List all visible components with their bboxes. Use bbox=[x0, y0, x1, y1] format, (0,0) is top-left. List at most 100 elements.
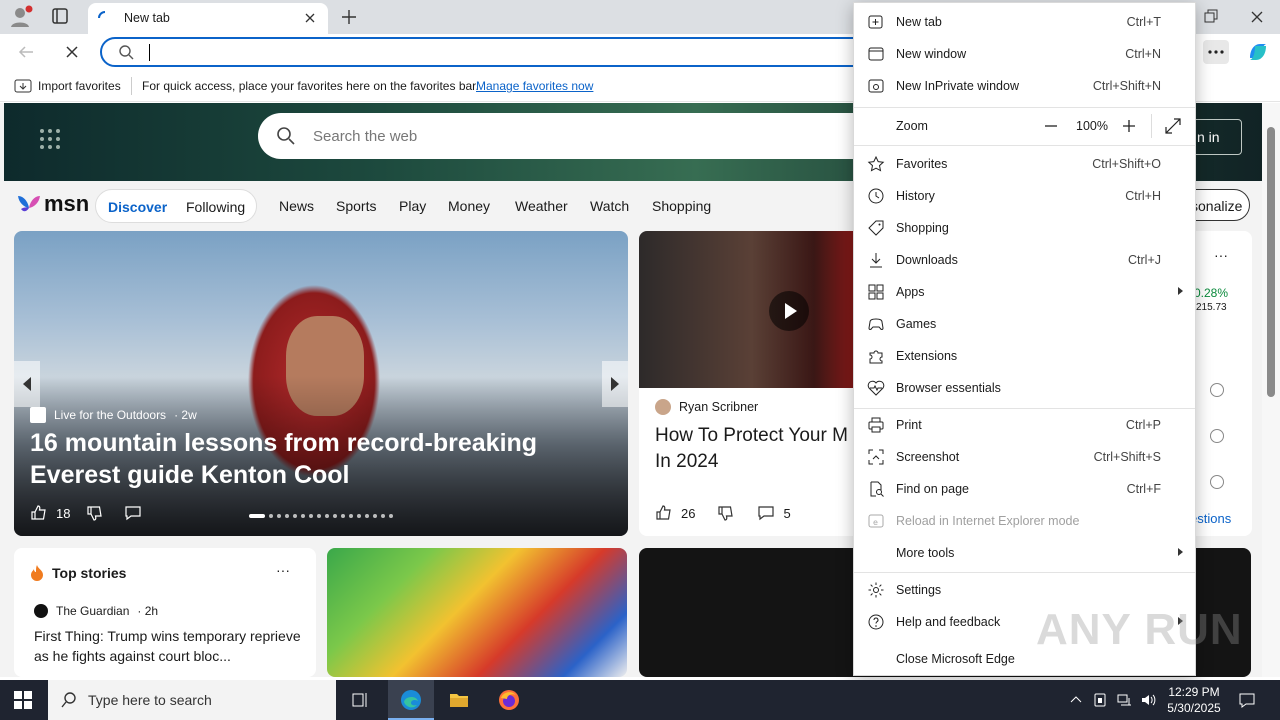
dislike-icon[interactable] bbox=[86, 504, 104, 522]
scrollbar-thumb[interactable] bbox=[1267, 127, 1275, 397]
profile-icon[interactable] bbox=[8, 5, 34, 29]
tab-title: New tab bbox=[124, 11, 170, 25]
tab-actions-icon[interactable] bbox=[50, 6, 70, 26]
loading-spinner-icon bbox=[98, 11, 112, 25]
nav-play[interactable]: Play bbox=[399, 198, 426, 214]
tab-new-tab[interactable]: New tab bbox=[88, 3, 328, 34]
more-options-icon[interactable]: ··· bbox=[276, 562, 290, 578]
stop-loading-icon[interactable] bbox=[62, 42, 82, 62]
search-icon bbox=[60, 691, 78, 709]
menu-settings[interactable]: Settings bbox=[854, 574, 1195, 606]
restore-window-icon[interactable] bbox=[1198, 4, 1224, 30]
battery-icon[interactable] bbox=[1092, 692, 1108, 708]
app-launcher-icon[interactable] bbox=[38, 127, 62, 151]
msn-logo-text: msn bbox=[44, 191, 90, 216]
menu-favorites[interactable]: Favorites Ctrl+Shift+O bbox=[854, 148, 1195, 180]
web-search-placeholder: Search the web bbox=[313, 128, 418, 145]
edge-taskbar-icon[interactable] bbox=[388, 680, 434, 720]
taskbar-search-box[interactable]: Type here to search bbox=[48, 680, 336, 720]
import-favorites-button[interactable]: Import favorites bbox=[14, 78, 121, 94]
firefox-icon[interactable] bbox=[486, 680, 532, 720]
lego-story-card[interactable] bbox=[327, 548, 627, 677]
nav-news[interactable]: News bbox=[279, 198, 314, 214]
close-window-icon[interactable] bbox=[1244, 4, 1270, 30]
menu-apps[interactable]: Apps bbox=[854, 276, 1195, 308]
import-favorites-icon bbox=[14, 79, 32, 93]
comment-icon[interactable] bbox=[124, 504, 142, 522]
publisher-name: Live for the Outdoors bbox=[54, 408, 167, 422]
suggestions-link[interactable]: estions bbox=[1190, 511, 1231, 526]
copilot-icon[interactable] bbox=[1244, 38, 1272, 66]
tab-discover[interactable]: Discover bbox=[108, 199, 167, 215]
nav-watch[interactable]: Watch bbox=[590, 198, 629, 214]
like-icon[interactable] bbox=[655, 504, 673, 522]
new-tab-button[interactable] bbox=[338, 6, 360, 28]
menu-new-tab[interactable]: New tab Ctrl+T bbox=[854, 6, 1195, 38]
volume-icon[interactable] bbox=[1140, 692, 1156, 708]
settings-and-more-button[interactable] bbox=[1203, 40, 1229, 64]
chevron-up-icon[interactable] bbox=[1068, 692, 1084, 708]
menu-more-tools[interactable]: More tools bbox=[854, 537, 1195, 569]
nav-shopping[interactable]: Shopping bbox=[652, 198, 711, 214]
menu-extensions[interactable]: Extensions bbox=[854, 340, 1195, 372]
system-tray bbox=[1068, 692, 1156, 708]
menu-games[interactable]: Games bbox=[854, 308, 1195, 340]
add-watchlist-icon[interactable] bbox=[1210, 475, 1224, 489]
zoom-label: Zoom bbox=[896, 119, 928, 133]
add-watchlist-icon[interactable] bbox=[1210, 429, 1224, 443]
hero-story-card[interactable]: Live for the Outdoors · 2w 16 mountain l… bbox=[14, 231, 628, 536]
video-story-card[interactable]: Ryan Scribner How To Protect Your M From… bbox=[639, 231, 889, 536]
top-story-headline[interactable]: First Thing: Trump wins temporary reprie… bbox=[34, 626, 304, 666]
zoom-in-button[interactable] bbox=[1120, 117, 1138, 135]
add-watchlist-icon[interactable] bbox=[1210, 383, 1224, 397]
manage-favorites-link[interactable]: Manage favorites now bbox=[476, 79, 593, 93]
video-actions: 26 5 bbox=[655, 504, 791, 522]
tab-following[interactable]: Following bbox=[186, 199, 245, 215]
like-count: 18 bbox=[56, 505, 71, 521]
back-arrow-icon[interactable] bbox=[16, 42, 36, 62]
menu-screenshot[interactable]: Screenshot Ctrl+Shift+S bbox=[854, 441, 1195, 473]
story-source: Live for the Outdoors · 2w bbox=[30, 407, 197, 423]
task-view-icon[interactable] bbox=[337, 680, 383, 720]
windows-taskbar: Type here to search 12:29 PM 5/30/2025 bbox=[0, 680, 1280, 720]
story-source: The Guardian · 2h bbox=[34, 604, 158, 618]
dislike-icon[interactable] bbox=[717, 504, 735, 522]
taskbar-clock[interactable]: 12:29 PM 5/30/2025 bbox=[1166, 684, 1222, 716]
network-icon[interactable] bbox=[1116, 692, 1132, 708]
play-icon[interactable] bbox=[769, 291, 809, 331]
menu-browser-essentials[interactable]: Browser essentials bbox=[854, 372, 1195, 404]
clock-date: 5/30/2025 bbox=[1167, 701, 1221, 715]
help-question-icon bbox=[867, 613, 885, 631]
like-icon[interactable] bbox=[30, 504, 48, 522]
close-tab-icon[interactable] bbox=[302, 10, 318, 26]
nav-money[interactable]: Money bbox=[448, 198, 490, 214]
menu-downloads[interactable]: Downloads Ctrl+J bbox=[854, 244, 1195, 276]
fullscreen-icon[interactable] bbox=[1164, 117, 1182, 135]
menu-print[interactable]: Print Ctrl+P bbox=[854, 409, 1195, 441]
menu-shopping[interactable]: Shopping bbox=[854, 212, 1195, 244]
file-explorer-icon[interactable] bbox=[436, 680, 482, 720]
widget-more-icon[interactable]: ··· bbox=[1214, 247, 1228, 263]
comment-count: 5 bbox=[783, 505, 791, 521]
story-age: · 2h bbox=[137, 604, 159, 618]
nav-weather[interactable]: Weather bbox=[515, 198, 568, 214]
hero-headline[interactable]: 16 mountain lessons from record-breaking… bbox=[30, 427, 610, 491]
notification-icon[interactable] bbox=[1238, 691, 1256, 709]
zoom-out-button[interactable] bbox=[1042, 117, 1060, 135]
nav-sports[interactable]: Sports bbox=[336, 198, 376, 214]
menu-new-window[interactable]: New window Ctrl+N bbox=[854, 38, 1195, 70]
carousel-prev-button[interactable] bbox=[14, 361, 40, 407]
fire-icon bbox=[31, 565, 43, 581]
menu-find-on-page[interactable]: Find on page Ctrl+F bbox=[854, 473, 1195, 505]
ie-mode-icon: e bbox=[867, 512, 885, 530]
page-scrollbar[interactable] bbox=[1262, 103, 1280, 677]
menu-history[interactable]: History Ctrl+H bbox=[854, 180, 1195, 212]
menu-divider bbox=[854, 107, 1195, 108]
market-change: 0.28% bbox=[1194, 286, 1229, 300]
windows-start-icon[interactable] bbox=[14, 691, 32, 709]
inprivate-icon bbox=[867, 77, 885, 95]
comment-icon[interactable] bbox=[757, 504, 775, 522]
menu-new-inprivate-window[interactable]: New InPrivate window Ctrl+Shift+N bbox=[854, 70, 1195, 102]
carousel-next-button[interactable] bbox=[602, 361, 628, 407]
msn-logo[interactable]: msn bbox=[16, 191, 89, 217]
